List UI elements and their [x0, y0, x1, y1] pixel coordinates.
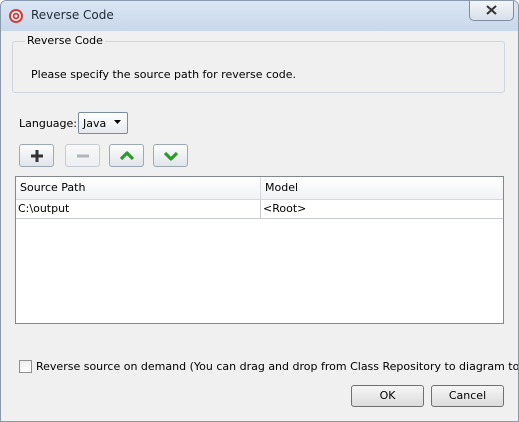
app-icon — [8, 8, 24, 24]
window-title: Reverse Code — [31, 8, 114, 22]
cancel-button[interactable]: Cancel — [431, 385, 504, 407]
source-path-table[interactable]: Source Path Model C:\output <Root> — [15, 176, 504, 324]
column-header-source-path[interactable]: Source Path — [16, 177, 261, 199]
move-down-button[interactable] — [153, 144, 188, 167]
language-label: Language: — [19, 117, 77, 130]
add-path-button[interactable] — [19, 144, 54, 167]
cell-model[interactable]: <Root> — [261, 200, 503, 218]
chevron-up-icon — [119, 151, 135, 161]
reverse-on-demand-checkbox[interactable] — [19, 360, 32, 373]
dropdown-arrow-icon — [114, 120, 121, 124]
move-up-button[interactable] — [109, 144, 144, 167]
cell-source-path[interactable]: C:\output — [16, 200, 261, 218]
column-header-model[interactable]: Model — [261, 177, 503, 199]
reverse-on-demand-label[interactable]: Reverse source on demand (You can drag a… — [36, 360, 518, 373]
table-row[interactable]: C:\output <Root> — [16, 200, 503, 219]
close-icon — [486, 5, 497, 15]
chevron-down-icon — [163, 151, 179, 161]
reverse-code-group: Reverse Code Please specify the source p… — [12, 34, 505, 93]
minus-icon — [77, 154, 89, 158]
group-title: Reverse Code — [25, 34, 105, 47]
close-button[interactable] — [469, 1, 514, 21]
dialog-window: Reverse Code Reverse Code Please specify… — [0, 0, 519, 422]
table-header: Source Path Model — [16, 177, 503, 200]
language-selected-value: Java — [83, 117, 107, 130]
group-description: Please specify the source path for rever… — [31, 68, 297, 81]
dialog-body: Reverse Code Please specify the source p… — [8, 31, 518, 415]
remove-path-button[interactable] — [65, 144, 100, 167]
title-bar[interactable]: Reverse Code — [1, 1, 518, 31]
plus-icon — [31, 150, 43, 162]
ok-button[interactable]: OK — [351, 385, 424, 407]
language-select[interactable]: Java — [78, 112, 128, 134]
